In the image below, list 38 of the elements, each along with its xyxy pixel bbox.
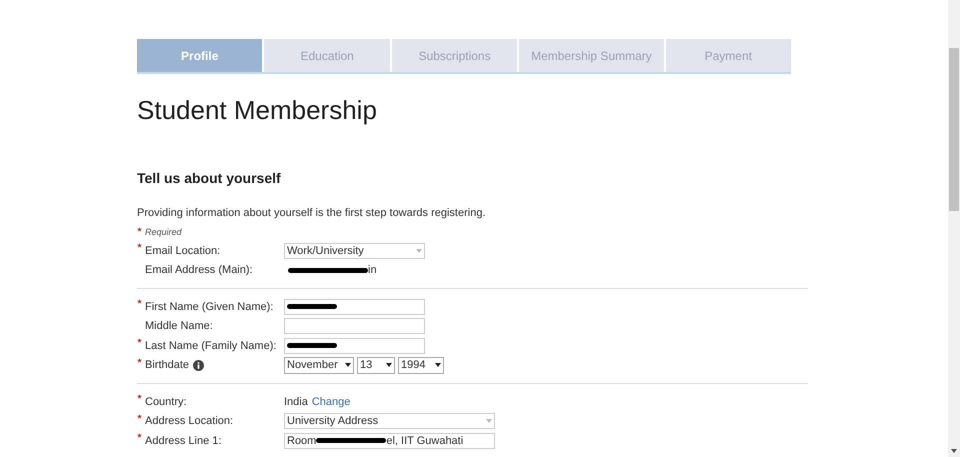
section-heading: Tell us about yourself [137,169,282,188]
redaction-mark [287,304,337,310]
required-star-icon [137,227,142,232]
field-label: Last Name (Family Name): [145,338,276,354]
page-title: Student Membership [137,94,378,127]
input-field[interactable] [284,338,425,354]
redaction-mark [316,438,386,444]
scroll-down-icon[interactable] [951,449,957,453]
caret-icon [416,248,422,253]
date-select[interactable]: 1994 [398,356,444,374]
scrollbar-thumb[interactable] [949,48,959,211]
caret-icon [486,419,492,424]
intro-text: Providing information about yourself is the first step towards registering. [137,206,486,221]
select-field[interactable]: University Address [284,413,495,430]
redaction-mark [287,343,337,348]
field-label: Middle Name: [145,319,213,334]
caret-icon [345,363,351,368]
field-text: India [284,394,308,410]
caret-icon [386,363,392,368]
input-field[interactable] [284,318,425,334]
scrollbar[interactable] [948,0,960,457]
change-link[interactable]: Change [312,394,350,410]
field-label: Birthdate [145,358,190,373]
input-field[interactable] [284,298,425,315]
required-note: Required [145,226,182,240]
date-select[interactable]: November [284,356,354,374]
input-field[interactable]: Room el, IIT Guwahati [284,432,495,449]
field-label: Address Line 1: [145,434,222,448]
date-select[interactable]: 13 [357,356,395,374]
caret-icon [435,363,441,368]
field-text: in [368,263,377,278]
field-label: First Name (Given Name): [145,300,274,314]
field-label: Address Location: [145,414,234,429]
info-icon[interactable] [193,360,204,371]
field-label: Email Location: [145,244,220,258]
field-label: Country: [145,394,187,410]
field-label: Email Address (Main): [145,263,253,278]
select-field[interactable]: Work/University [284,242,425,259]
